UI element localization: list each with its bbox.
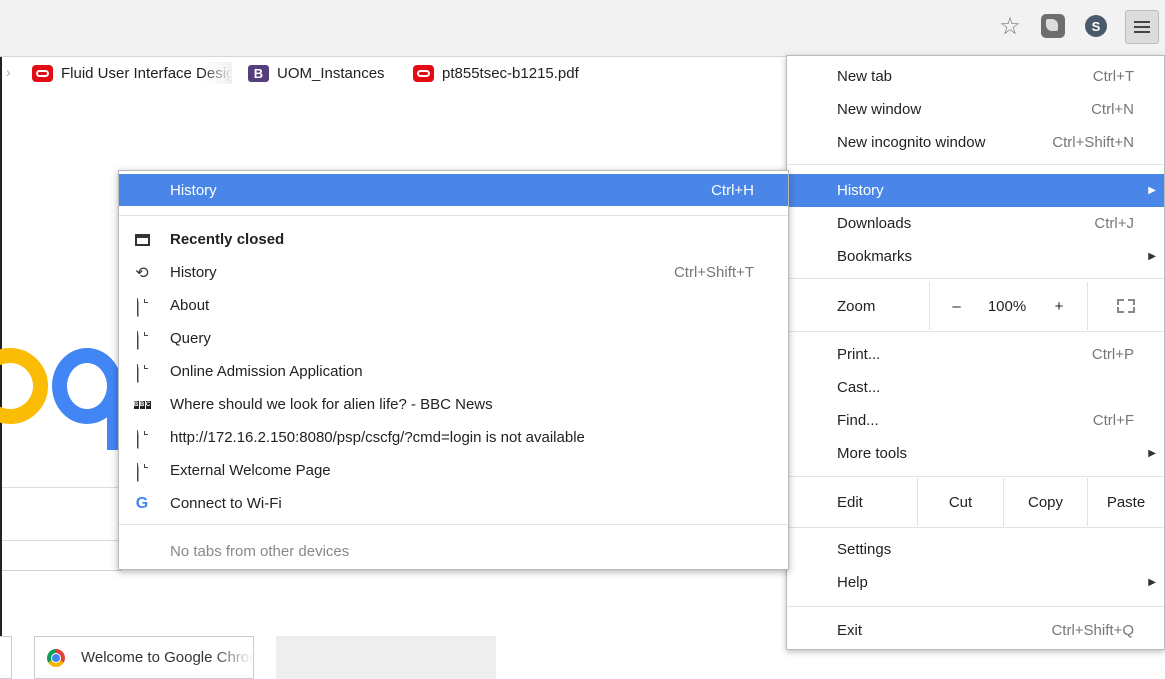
most-visited-tile[interactable] [0,636,12,679]
history-entry[interactable]: http://172.16.2.150:8080/psp/cscfg/?cmd=… [119,421,788,454]
extension-skype-icon[interactable]: S [1081,11,1111,41]
google-logo-o [0,348,48,424]
menu-item-exit[interactable]: Exit Ctrl+Shift+Q [787,614,1164,647]
search-box-border [2,540,122,541]
page-icon [133,297,151,317]
copy-button[interactable]: Copy [1003,478,1087,526]
extension-icon[interactable] [1038,11,1068,41]
browser-toolbar [0,0,1165,56]
submenu-arrow-icon: ▶ [1148,251,1156,262]
most-visited-tile[interactable]: Welcome to Google Chrome [34,636,254,679]
chrome-logo-icon [47,648,65,667]
window-frame-left [0,0,2,679]
history-submenu: History Ctrl+H Recently closed ⟲ History… [118,170,789,570]
chrome-main-menu: New tab Ctrl+T New window Ctrl+N New inc… [786,55,1165,650]
menu-edit-row: Edit Cut Copy Paste [787,478,1164,526]
menu-item-more-tools[interactable]: More tools ▶ [787,437,1164,470]
history-entry[interactable]: Query [119,322,788,355]
bookmark-overflow-edge: › [6,64,11,80]
history-entry[interactable]: About [119,289,788,322]
page-icon [133,330,151,350]
menu-item-settings[interactable]: Settings [787,533,1164,566]
bootstrap-b-icon: B [248,64,269,82]
menu-item-help[interactable]: Help ▶ [787,566,1164,599]
bookmark-star-icon[interactable]: ☆ [995,11,1025,41]
menu-separator [787,164,1164,165]
other-devices-label: No tabs from other devices [170,543,350,560]
history-entry[interactable]: External Welcome Page [119,454,788,487]
zoom-out-button[interactable]: – [929,282,983,330]
page-icon [133,462,151,482]
history-entry[interactable]: BBC Where should we look for alien life?… [119,388,788,421]
bookmark-item[interactable]: B UOM_Instances [248,62,385,84]
hamburger-icon [1134,21,1150,33]
menu-item-cast[interactable]: Cast... [787,371,1164,404]
menu-item-history[interactable]: History ▶ [787,174,1164,207]
history-entry[interactable]: ⟲ History Ctrl+Shift+T [119,256,788,289]
menu-separator [787,331,1164,332]
menu-separator [787,476,1164,477]
fullscreen-icon [1117,299,1135,313]
fullscreen-button[interactable] [1087,282,1164,330]
menu-zoom-row: Zoom – 100% + [787,282,1164,330]
bookmark-item[interactable]: Fluid User Interface Design [32,62,232,84]
page-divider [2,570,122,571]
zoom-level: 100% [987,297,1027,315]
submenu-arrow-icon: ▶ [1148,185,1156,196]
submenu-arrow-icon: ▶ [1148,448,1156,459]
menu-separator [119,524,788,525]
recently-closed-heading: Recently closed [119,223,788,256]
page-icon [133,363,151,383]
oracle-icon [32,64,53,82]
paste-button[interactable]: Paste [1087,478,1164,526]
menu-separator [787,278,1164,279]
menu-item-new-incognito-window[interactable]: New incognito window Ctrl+Shift+N [787,126,1164,159]
search-box-border [2,487,122,488]
menu-item-print[interactable]: Print... Ctrl+P [787,338,1164,371]
bbc-icon: BBC [133,401,151,409]
menu-item-downloads[interactable]: Downloads Ctrl+J [787,207,1164,240]
menu-separator [787,606,1164,607]
menu-item-new-window[interactable]: New window Ctrl+N [787,93,1164,126]
submenu-arrow-icon: ▶ [1148,577,1156,588]
menu-item-find[interactable]: Find... Ctrl+F [787,404,1164,437]
bookmark-label: pt855tsec-b1215.pdf [442,64,579,82]
menu-item-new-tab[interactable]: New tab Ctrl+T [787,60,1164,93]
chrome-menu-button[interactable] [1125,10,1159,44]
history-page-item[interactable]: History Ctrl+H [119,174,788,206]
bookmark-label: UOM_Instances [277,64,385,82]
history-entry[interactable]: Online Admission Application [119,355,788,388]
zoom-in-button[interactable]: + [1031,282,1087,330]
oracle-icon [413,64,434,82]
page-icon [133,429,151,449]
google-g-icon: G [135,495,149,512]
menu-item-bookmarks[interactable]: Bookmarks ▶ [787,240,1164,273]
menu-separator [787,527,1164,528]
cut-button[interactable]: Cut [917,478,1003,526]
bookmark-item[interactable]: pt855tsec-b1215.pdf [413,62,579,84]
history-clock-icon: ⟲ [135,265,149,282]
history-entry[interactable]: G Connect to Wi-Fi [119,487,788,520]
tab-window-icon [133,231,151,249]
most-visited-tile-empty[interactable] [276,636,496,679]
menu-separator [119,215,788,216]
